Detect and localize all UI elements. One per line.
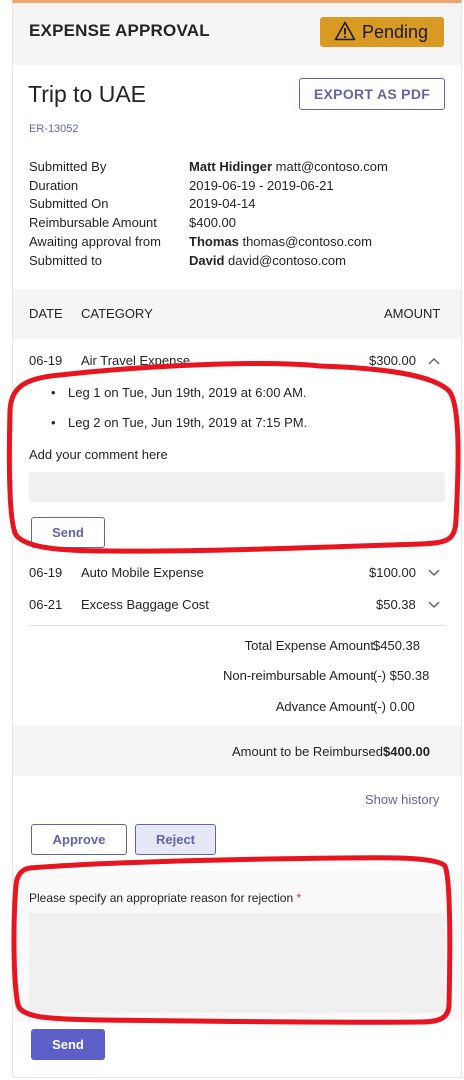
detail-value: $400.00 — [189, 215, 236, 230]
detail-value: Thomas thomas@contoso.com — [189, 234, 372, 249]
row-date: 06-19 — [29, 565, 63, 580]
total-value: $450.38 — [373, 638, 420, 653]
row-date: 06-21 — [29, 597, 63, 612]
leg-detail: Leg 2 on Tue, Jun 19th, 2019 at 7:15 PM. — [68, 415, 308, 430]
rejection-reason-input[interactable] — [29, 913, 445, 1013]
detail-value: David david@contoso.com — [189, 253, 346, 268]
rejection-reason-label: Please specify an appropriate reason for… — [29, 891, 302, 905]
detail-label: Submitted to — [29, 253, 102, 268]
show-history-link[interactable]: Show history — [365, 792, 439, 807]
detail-label: Reimbursable Amount — [29, 215, 157, 230]
column-header-date: DATE — [29, 306, 63, 321]
reimbursed-value: $400.00 — [383, 744, 430, 759]
detail-label: Submitted By — [29, 159, 107, 174]
report-id: ER-13052 — [29, 123, 79, 135]
required-mark: * — [296, 891, 302, 905]
expense-approval-card: EXPENSE APPROVAL Pending Trip to UAE EXP… — [12, 0, 462, 1078]
row-amount: $300.00 — [369, 353, 416, 368]
comment-input[interactable] — [29, 472, 445, 502]
detail-label: Submitted On — [29, 196, 109, 211]
column-header-category: CATEGORY — [81, 306, 153, 321]
approve-button[interactable]: Approve — [31, 824, 127, 855]
comment-label: Add your comment here — [29, 447, 168, 462]
reimbursed-label: Amount to be Reimbursed — [231, 744, 383, 759]
card-title: EXPENSE APPROVAL — [29, 21, 210, 40]
send-comment-button[interactable]: Send — [31, 517, 105, 548]
column-header-amount: AMOUNT — [384, 306, 441, 321]
chevron-up-icon[interactable] — [428, 357, 440, 365]
bullet-dot: • — [51, 385, 56, 400]
export-pdf-button[interactable]: EXPORT AS PDF — [299, 78, 445, 110]
bullet-dot: • — [51, 415, 56, 430]
divider — [29, 625, 445, 626]
leg-detail: Leg 1 on Tue, Jun 19th, 2019 at 6:00 AM. — [68, 385, 307, 400]
detail-label: Awaiting approval from — [29, 234, 161, 249]
chevron-down-icon[interactable] — [428, 569, 440, 577]
row-amount: $50.38 — [376, 597, 416, 612]
detail-value: Matt Hidinger matt@contoso.com — [189, 159, 388, 174]
status-text: Pending — [362, 22, 429, 42]
row-category: Air Travel Expense — [81, 353, 191, 368]
total-label: Advance Amount — [275, 699, 374, 714]
warning-icon — [334, 21, 356, 41]
total-label: Total Expense Amount — [244, 638, 374, 653]
row-amount: $100.00 — [369, 565, 416, 580]
detail-value: 2019-04-14 — [189, 196, 256, 211]
status-badge: Pending — [320, 17, 444, 47]
chevron-down-icon[interactable] — [428, 601, 440, 609]
total-label: Non-reimbursable Amount — [222, 668, 374, 683]
total-value: (-) $50.38 — [373, 668, 430, 683]
row-date: 06-19 — [29, 353, 63, 368]
reject-button[interactable]: Reject — [135, 824, 216, 855]
detail-value: 2019-06-19 - 2019-06-21 — [189, 178, 334, 193]
row-category: Excess Baggage Cost — [81, 597, 209, 612]
send-rejection-button[interactable]: Send — [31, 1029, 105, 1060]
detail-label: Duration — [29, 178, 79, 193]
total-value: (-) 0.00 — [373, 699, 415, 714]
report-title: Trip to UAE — [28, 81, 147, 107]
row-category: Auto Mobile Expense — [81, 565, 204, 580]
